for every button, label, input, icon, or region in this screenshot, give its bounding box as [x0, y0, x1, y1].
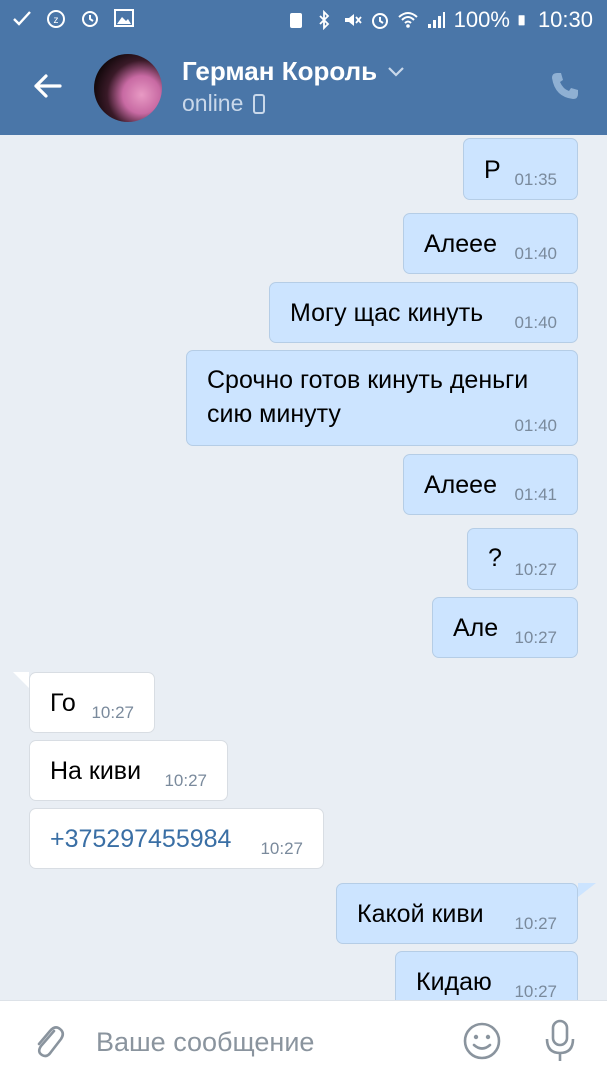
- mobile-device-icon: [253, 93, 266, 114]
- message-incoming[interactable]: Го 10:27: [29, 672, 155, 733]
- message-time: 01:40: [514, 313, 557, 332]
- battery-percent: 100%: [453, 7, 510, 32]
- contact-name: Герман Король: [182, 56, 378, 86]
- message-time: 01:35: [514, 170, 557, 189]
- chevron-down-icon: [388, 66, 404, 77]
- phone-call-icon[interactable]: [549, 70, 581, 102]
- message-outgoing[interactable]: Могу щас кинуть 01:40: [269, 282, 578, 343]
- message-time: 10:27: [514, 628, 557, 647]
- message-time: 10:27: [514, 982, 557, 1000]
- check-icon: [13, 11, 31, 26]
- message-input[interactable]: [96, 1023, 436, 1061]
- message-text: Какой киви: [357, 900, 484, 928]
- message-time: 01:40: [514, 244, 557, 263]
- message-outgoing[interactable]: Срочно готов кинуть деньги сию минуту 01…: [186, 350, 578, 446]
- online-status: online: [182, 90, 244, 116]
- message-time: 10:27: [260, 839, 303, 858]
- message-text: Кидаю: [416, 968, 492, 996]
- message-outgoing[interactable]: Кидаю 10:27: [395, 951, 578, 1000]
- sync-icon: [289, 13, 302, 28]
- composer: [0, 1000, 607, 1080]
- battery-icon: [518, 15, 525, 26]
- status-bar-right: 100% 10:30: [286, 7, 593, 33]
- message-text: ?: [488, 544, 502, 572]
- message-time: 01:41: [514, 485, 557, 504]
- bubble-tail: [13, 672, 29, 688]
- image-icon: [114, 9, 134, 27]
- message-text: Могу щас кинуть: [290, 299, 484, 327]
- microphone-icon[interactable]: [540, 1017, 580, 1065]
- message-text: Але: [453, 614, 499, 642]
- message-incoming[interactable]: +375297455984 10:27: [29, 808, 324, 869]
- message-outgoing[interactable]: Р 01:35: [463, 138, 578, 200]
- message-outgoing[interactable]: ? 10:27: [467, 528, 578, 590]
- alarm-icon: [371, 13, 388, 29]
- emoji-icon[interactable]: [462, 1021, 502, 1061]
- presence-status: online: [182, 90, 266, 117]
- message-outgoing[interactable]: Алеее 01:41: [403, 454, 578, 515]
- back-arrow-icon[interactable]: [30, 68, 66, 104]
- message-text: Р: [484, 156, 501, 184]
- message-text: Алеее: [424, 471, 497, 499]
- message-outgoing[interactable]: Але 10:27: [432, 597, 578, 658]
- message-time: 10:27: [514, 560, 557, 579]
- message-time: 01:40: [514, 416, 557, 435]
- avatar[interactable]: [94, 54, 162, 122]
- message-incoming[interactable]: На киви 10:27: [29, 740, 228, 801]
- message-text: Алеее: [424, 230, 497, 258]
- wifi-icon: [397, 12, 418, 28]
- message-text: На киви: [50, 757, 142, 785]
- bluetooth-icon: [319, 10, 329, 30]
- clock: 10:30: [537, 7, 593, 32]
- message-outgoing[interactable]: Какой киви 10:27: [336, 883, 578, 944]
- status-bar-left: z: [12, 8, 134, 28]
- contact-name-row[interactable]: Герман Король: [182, 56, 405, 87]
- message-time: 10:27: [514, 914, 557, 933]
- alarm-icon: [82, 11, 98, 27]
- status-bar: z 100% 10:30: [0, 0, 607, 40]
- message-outgoing[interactable]: Алеее 01:40: [403, 213, 578, 274]
- zero-icon: z: [47, 10, 65, 28]
- message-text: Го: [50, 689, 76, 717]
- signal-icon: [427, 12, 445, 28]
- chat-header: Герман Король online: [0, 40, 607, 135]
- message-text: Срочно готов кинуть деньги сию минуту: [207, 366, 529, 428]
- bubble-tail: [578, 883, 596, 897]
- message-time: 10:27: [164, 771, 207, 790]
- message-list[interactable]: Р 01:35 Алеее 01:40 Могу щас кинуть 01:4…: [0, 135, 607, 1000]
- mute-icon: [344, 14, 362, 26]
- message-time: 10:27: [91, 703, 134, 722]
- attachment-icon[interactable]: [30, 1021, 66, 1061]
- phone-number-link[interactable]: +375297455984: [50, 822, 231, 856]
- svg-text:z: z: [54, 15, 59, 26]
